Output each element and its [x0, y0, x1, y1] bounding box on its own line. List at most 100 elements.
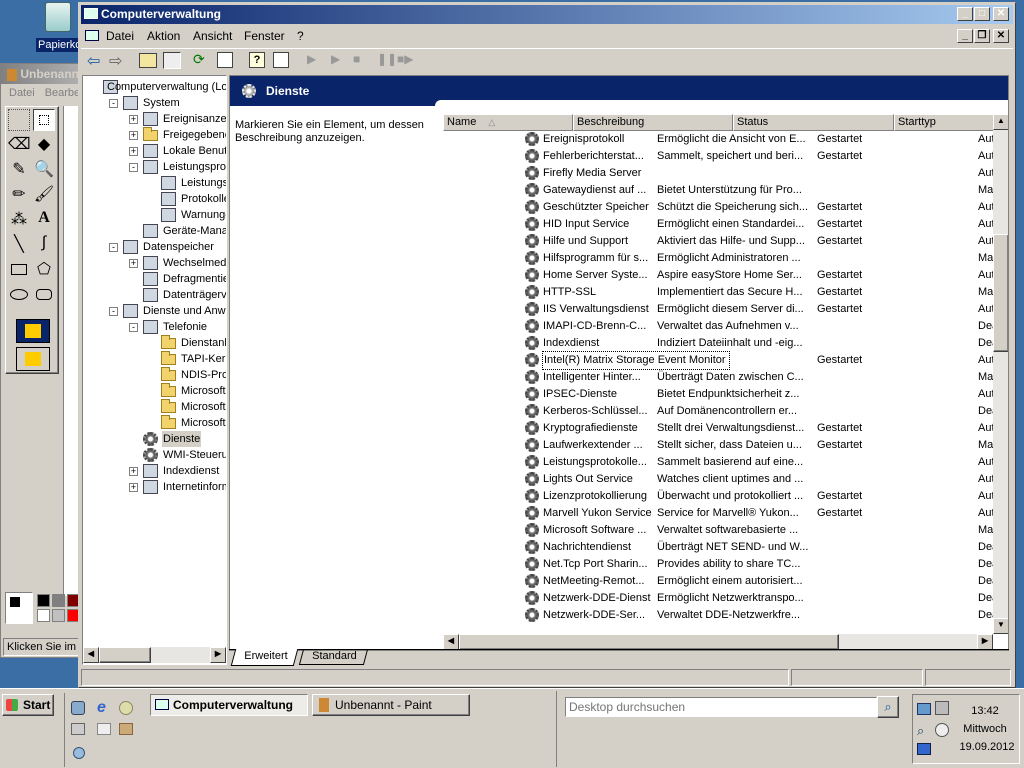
collapse-icon[interactable]: -: [109, 243, 118, 252]
paint-titlebar[interactable]: Unbenannt - Paint: [1, 64, 81, 84]
menu-aktion[interactable]: Aktion: [147, 26, 180, 46]
tray-server-icon[interactable]: [935, 701, 949, 715]
recycle-bin-desktop-icon[interactable]: Papierkorb: [36, 2, 80, 54]
refresh-icon[interactable]: ⟳: [193, 51, 205, 68]
collapse-icon[interactable]: -: [109, 99, 118, 108]
expand-icon[interactable]: +: [129, 483, 138, 492]
color-swatch-gray[interactable]: [52, 594, 65, 607]
close-button[interactable]: ✕: [993, 7, 1009, 21]
expand-icon[interactable]: +: [129, 115, 138, 124]
quicklaunch-tools-icon[interactable]: [97, 723, 111, 735]
paint-option-2[interactable]: [16, 347, 50, 371]
service-row[interactable]: NetMeeting-Remot... Ermöglicht einem auto…: [523, 573, 1008, 590]
service-row[interactable]: Intelligenter Hinter... Überträgt Daten z…: [523, 369, 1008, 386]
airbrush-icon[interactable]: ⁂: [8, 209, 30, 231]
quicklaunch-users-icon[interactable]: [119, 723, 133, 735]
vertical-scroll-thumb[interactable]: [993, 234, 1008, 352]
properties-icon[interactable]: [273, 52, 289, 68]
task-computerverwaltung[interactable]: Computerverwaltung: [150, 694, 308, 716]
polygon-tool-icon[interactable]: ⬠: [33, 259, 55, 281]
up-folder-icon[interactable]: [139, 53, 157, 68]
restart-icon[interactable]: ■▶: [397, 52, 413, 66]
collapse-icon[interactable]: -: [129, 163, 138, 172]
show-desktop-icon[interactable]: [71, 701, 85, 715]
service-row[interactable]: Lizenzprotokollierung Überwacht und proto…: [523, 488, 1008, 505]
service-row[interactable]: HID Input Service Ermöglicht einen Standa…: [523, 216, 1008, 233]
rect-tool-icon[interactable]: [8, 259, 30, 281]
service-row[interactable]: Nachrichtendienst Überträgt NET SEND- und…: [523, 539, 1008, 556]
color-swatch-current[interactable]: [5, 592, 33, 624]
rect-select-tool[interactable]: [33, 109, 55, 131]
curve-tool-icon[interactable]: ∫: [33, 234, 55, 256]
expand-icon[interactable]: +: [129, 131, 138, 140]
minimize-button[interactable]: _: [957, 7, 973, 21]
child-restore-button[interactable]: ❐: [974, 29, 990, 43]
horizontal-scrollbar[interactable]: ◀ ▶: [443, 634, 993, 650]
rounded-rect-tool-icon[interactable]: [33, 284, 55, 306]
scroll-down-button[interactable]: ▼: [993, 618, 1008, 634]
maximize-button[interactable]: □: [974, 7, 990, 21]
expand-icon[interactable]: +: [129, 259, 138, 268]
service-row[interactable]: Gatewaydienst auf ... Bietet Unterstützun…: [523, 182, 1008, 199]
tray-network-icon[interactable]: [917, 703, 931, 715]
service-row[interactable]: Microsoft Software ... Verwaltet software…: [523, 522, 1008, 539]
child-close-button[interactable]: ✕: [993, 29, 1009, 43]
quicklaunch-app-icon[interactable]: [119, 701, 133, 715]
scroll-left-button[interactable]: ◀: [443, 634, 459, 650]
play-icon[interactable]: ▶: [331, 52, 340, 66]
internet-explorer-icon[interactable]: e: [97, 699, 106, 717]
export-icon[interactable]: [217, 52, 233, 68]
free-select-tool[interactable]: [8, 109, 30, 131]
quicklaunch-disk-icon[interactable]: [73, 747, 85, 759]
tree-horizontal-scrollbar[interactable]: ◀ ▶: [83, 647, 226, 663]
scroll-right-button[interactable]: ▶: [977, 634, 993, 650]
service-row[interactable]: Home Server Syste... Aspire easyStore Hom…: [523, 267, 1008, 284]
horizontal-scroll-thumb[interactable]: [459, 634, 839, 650]
eraser-icon[interactable]: ⌫: [8, 134, 31, 156]
color-swatch-black[interactable]: [37, 594, 50, 607]
clock-time[interactable]: 13:42: [953, 705, 1017, 717]
service-row[interactable]: Net.Tcp Port Sharin... Provides ability t…: [523, 556, 1008, 573]
color-swatch-silver[interactable]: [52, 609, 65, 622]
show-tree-icon[interactable]: [163, 52, 181, 69]
search-button[interactable]: ⌕: [877, 696, 899, 718]
service-row[interactable]: Lights Out Service Watches client uptimes…: [523, 471, 1008, 488]
ellipse-tool-icon[interactable]: [8, 284, 30, 306]
collapse-icon[interactable]: -: [109, 307, 118, 316]
expand-icon[interactable]: +: [129, 147, 138, 156]
menu-datei[interactable]: Datei: [106, 26, 134, 46]
menu-ansicht[interactable]: Ansicht: [193, 26, 232, 46]
tab-standard[interactable]: Standard: [298, 649, 368, 665]
tree-scroll-left-button[interactable]: ◀: [83, 647, 99, 663]
service-row[interactable]: Firefly Media ServerAutomatisch: [523, 165, 1008, 182]
service-row[interactable]: IMAPI-CD-Brenn-C... Verwaltet das Aufnehm…: [523, 318, 1008, 335]
service-row[interactable]: Geschützter Speicher Schützt die Speicher…: [523, 199, 1008, 216]
service-row[interactable]: Hilfsprogramm für s... Ermöglicht Adminis…: [523, 250, 1008, 267]
tray-clock-icon[interactable]: [935, 723, 949, 737]
service-row[interactable]: Laufwerkextender ... Stellt sicher, dass …: [523, 437, 1008, 454]
line-tool-icon[interactable]: ╲: [8, 234, 30, 256]
back-icon[interactable]: ⇦: [87, 51, 100, 71]
color-swatch-white[interactable]: [37, 609, 50, 622]
collapse-icon[interactable]: -: [129, 323, 138, 332]
service-row[interactable]: Ereignisprotokoll Ermöglicht die Ansicht …: [523, 131, 1008, 148]
service-row[interactable]: Netzwerk-DDE-Dienst Ermöglicht Netzwerktr…: [523, 590, 1008, 607]
menu-help[interactable]: ?: [297, 26, 304, 46]
picker-icon[interactable]: ✎: [8, 159, 30, 181]
tray-monitor-icon[interactable]: [917, 743, 931, 755]
start-service-icon[interactable]: ▶: [307, 52, 316, 66]
paint-menu-datei[interactable]: Datei: [9, 87, 35, 99]
desktop-search-input[interactable]: [565, 697, 877, 717]
service-row[interactable]: IPSEC-Dienste Bietet Endpunktsicherheit z…: [523, 386, 1008, 403]
pencil-icon[interactable]: ✏: [8, 184, 30, 206]
service-row[interactable]: IIS Verwaltungsdienst Ermöglicht diesem S…: [523, 301, 1008, 318]
service-row[interactable]: Intel(R) Matrix Storage Event Monitor Ges…: [523, 351, 1008, 370]
service-row[interactable]: Fehlerberichterstat... Sammelt, speichert…: [523, 148, 1008, 165]
forward-icon[interactable]: ⇨: [109, 51, 122, 71]
fill-icon[interactable]: ◆: [33, 134, 55, 156]
pause-icon[interactable]: ❚❚: [377, 52, 397, 66]
brush-icon[interactable]: 🖌: [33, 184, 55, 206]
tree-scroll-right-button[interactable]: ▶: [210, 647, 226, 663]
expand-icon[interactable]: +: [129, 467, 138, 476]
scroll-up-button[interactable]: ▲: [993, 114, 1008, 130]
